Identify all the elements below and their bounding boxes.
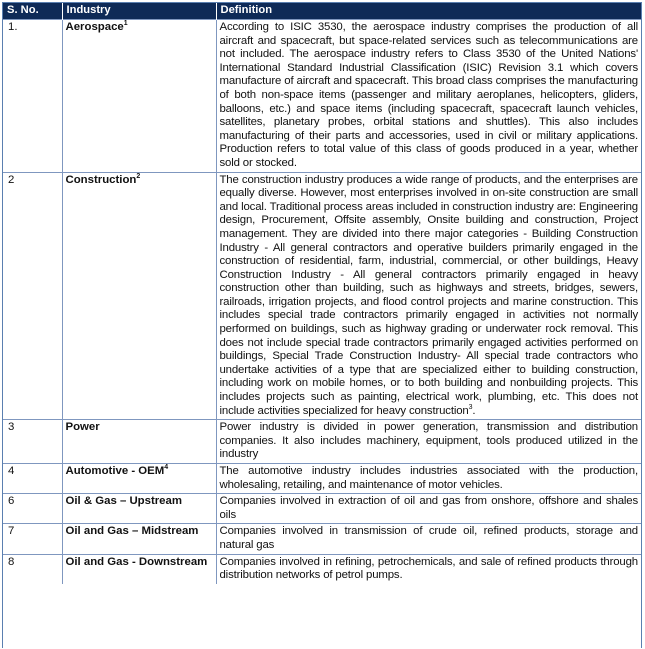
definition-text: Companies involved in extraction of oil … — [219, 495, 639, 521]
industry-name: Oil and Gas - Downstream — [65, 555, 208, 568]
table-row: 8 Oil and Gas - Downstream Companies inv… — [3, 553, 641, 584]
row-definition: According to ISIC 3530, the aerospace in… — [216, 19, 641, 173]
footnote-marker: 1 — [123, 20, 128, 28]
definition-text: The automotive industry includes industr… — [219, 465, 639, 491]
row-industry: Automotive - OEM4 — [62, 462, 217, 494]
header-definition: Definition — [216, 3, 641, 20]
row-industry: Oil and Gas – Midstream — [62, 523, 217, 555]
table-row: 6 Oil & Gas – Upstream Companies involve… — [3, 493, 641, 524]
footnote-marker: 4 — [164, 464, 169, 472]
definition-text: Power industry is divided in power gener… — [219, 421, 639, 461]
table-row: 1. Aerospace1 According to ISIC 3530, th… — [3, 19, 641, 173]
row-definition: Companies involved in refining, petroche… — [216, 553, 641, 584]
table-row: 3 Power Power industry is divided in pow… — [3, 419, 641, 464]
row-definition: Power industry is divided in power gener… — [216, 419, 641, 464]
row-sno: 3 — [3, 419, 63, 464]
table-header-row: S. No. Industry Definition — [3, 3, 641, 20]
row-definition: Companies involved in transmission of cr… — [216, 523, 641, 555]
row-industry: Oil and Gas - Downstream — [62, 553, 217, 584]
industry-definitions-table: S. No. Industry Definition 1. Aerospace1… — [3, 3, 641, 584]
table-row: 7 Oil and Gas – Midstream Companies invo… — [3, 523, 641, 555]
row-definition: Companies involved in extraction of oil … — [216, 493, 641, 524]
definition-text: Companies involved in transmission of cr… — [219, 525, 639, 551]
definition-text: The construction industry produces a wid… — [219, 173, 639, 417]
row-sno: 8 — [3, 553, 63, 584]
definition-text: According to ISIC 3530, the aerospace in… — [219, 21, 639, 169]
footnote-marker: 2 — [136, 172, 141, 180]
row-sno: 1. — [3, 19, 63, 173]
row-sno: 7 — [3, 523, 63, 555]
table-row: 4 Automotive - OEM4 The automotive indus… — [3, 462, 641, 494]
footnote-marker: 3 — [468, 403, 473, 411]
row-industry: Oil & Gas – Upstream — [62, 493, 217, 524]
header-industry: Industry — [62, 3, 217, 20]
industry-name: Oil & Gas – Upstream — [65, 495, 182, 508]
row-industry: Construction2 — [62, 171, 217, 420]
industry-name: Oil and Gas – Midstream — [65, 525, 199, 538]
industry-name: Construction — [65, 173, 137, 186]
row-sno: 4 — [3, 462, 63, 494]
industry-definitions-table-frame: S. No. Industry Definition 1. Aerospace1… — [2, 2, 642, 648]
industry-name: Automotive - OEM — [65, 465, 165, 477]
row-sno: 2 — [3, 171, 63, 420]
row-sno: 6 — [3, 493, 63, 524]
table-row: 2 Construction2 The construction industr… — [3, 171, 641, 420]
industry-name: Power — [65, 421, 100, 434]
row-definition: The construction industry produces a wid… — [216, 171, 641, 420]
row-industry: Aerospace1 — [62, 19, 217, 173]
industry-name: Aerospace — [65, 21, 124, 33]
header-sno: S. No. — [3, 3, 63, 20]
row-industry: Power — [62, 419, 217, 464]
row-definition: The automotive industry includes industr… — [216, 462, 641, 494]
definition-text: Companies involved in refining, petroche… — [219, 555, 639, 582]
